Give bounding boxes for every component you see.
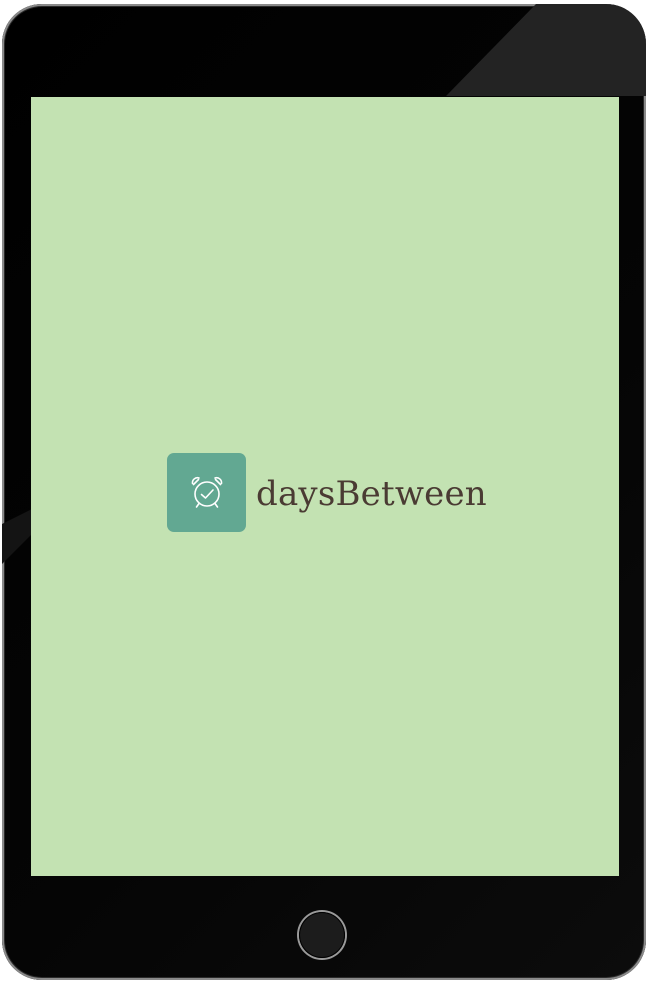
app-brand: daysBetween: [167, 453, 487, 532]
app-screen: daysBetween: [31, 97, 619, 876]
app-logo: [167, 453, 246, 532]
home-button[interactable]: [299, 912, 345, 958]
alarm-clock-icon: [191, 476, 222, 508]
app-name: daysBetween: [256, 473, 487, 514]
tablet-device-frame: daysBetween: [2, 4, 646, 980]
